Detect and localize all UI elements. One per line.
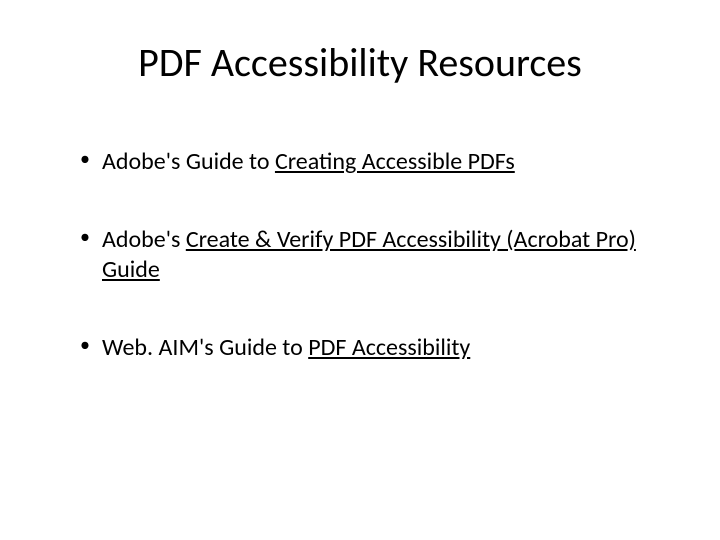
slide: PDF Accessibility Resources Adobe's Guid… bbox=[0, 0, 720, 540]
item-prefix: Web. AIM's Guide to bbox=[102, 333, 308, 362]
list-item: Adobe's Create & Verify PDF Accessibilit… bbox=[80, 225, 670, 285]
item-prefix: Adobe's bbox=[102, 225, 186, 254]
list-item: Adobe's Guide to Creating Accessible PDF… bbox=[80, 147, 670, 177]
resource-link[interactable]: Creating Accessible PDFs bbox=[275, 147, 515, 176]
slide-title: PDF Accessibility Resources bbox=[50, 38, 670, 87]
resource-link[interactable]: PDF Accessibility bbox=[308, 333, 470, 362]
bullet-list: Adobe's Guide to Creating Accessible PDF… bbox=[80, 147, 670, 363]
list-item: Web. AIM's Guide to PDF Accessibility bbox=[80, 333, 670, 363]
slide-content: Adobe's Guide to Creating Accessible PDF… bbox=[50, 147, 670, 363]
item-prefix: Adobe's Guide to bbox=[102, 147, 275, 176]
